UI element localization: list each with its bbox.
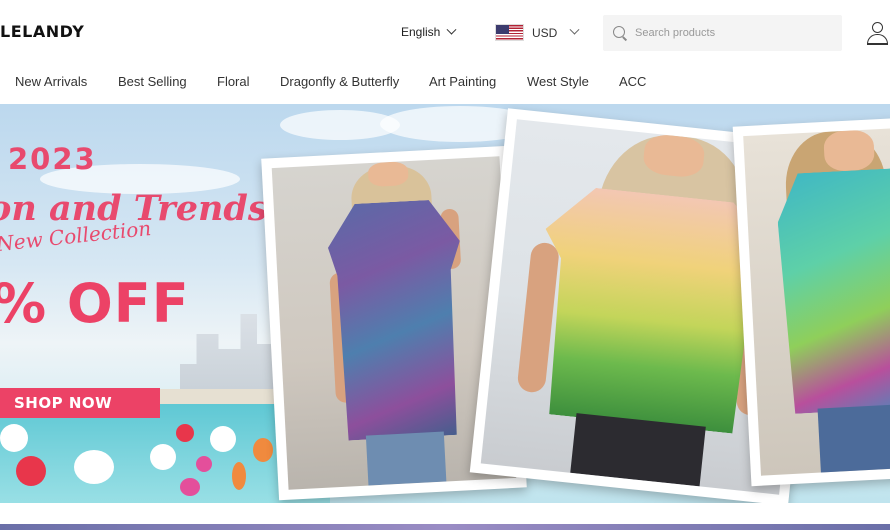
blouse [326, 199, 470, 442]
chevron-down-icon [446, 24, 457, 35]
nav-item-art-painting[interactable]: Art Painting [429, 74, 496, 89]
blouse [775, 167, 890, 415]
flower-decoration [16, 456, 46, 486]
user-icon[interactable] [866, 22, 890, 46]
nav-item-new-arrivals[interactable]: New Arrivals [15, 74, 87, 89]
flower-decoration [0, 424, 28, 452]
nav-item-dragonfly-butterfly[interactable]: Dragonfly & Butterfly [280, 74, 399, 89]
main-nav: New Arrivals Best Selling Floral Dragonf… [0, 64, 890, 100]
search-box[interactable] [603, 15, 842, 51]
flower-decoration [176, 424, 194, 442]
language-selector[interactable]: English [401, 24, 457, 39]
flower-decoration [74, 450, 114, 484]
page: LELANDY English USD New Arrivals Best Se… [0, 0, 890, 530]
banner-year: 2023 [0, 142, 97, 176]
chevron-down-icon [569, 24, 580, 35]
nav-item-floral[interactable]: Floral [217, 74, 250, 89]
flower-decoration [180, 478, 200, 496]
banner-discount: % OFF [0, 272, 190, 335]
search-input[interactable] [635, 27, 825, 39]
currency-selector[interactable]: USD [495, 24, 580, 41]
next-section-edge [0, 524, 890, 530]
hero-banner[interactable]: 2023 on and Trends New Collection % OFF … [0, 104, 890, 503]
flower-decoration [196, 456, 212, 472]
shop-now-button[interactable]: SHOP NOW [0, 388, 160, 418]
flower-decoration [150, 444, 176, 470]
nav-item-acc[interactable]: ACC [619, 74, 646, 89]
us-flag-icon [495, 24, 524, 41]
language-label: English [401, 25, 441, 39]
nav-item-best-selling[interactable]: Best Selling [118, 74, 187, 89]
site-logo[interactable]: LELANDY [0, 22, 84, 41]
site-header: LELANDY English USD [0, 0, 890, 64]
product-photo[interactable] [732, 117, 890, 487]
flower-decoration [253, 438, 273, 462]
search-icon[interactable] [613, 26, 627, 40]
flower-decoration [232, 462, 246, 490]
flower-decoration [210, 426, 236, 452]
nav-item-west-style[interactable]: West Style [527, 74, 589, 89]
currency-label: USD [532, 25, 558, 40]
